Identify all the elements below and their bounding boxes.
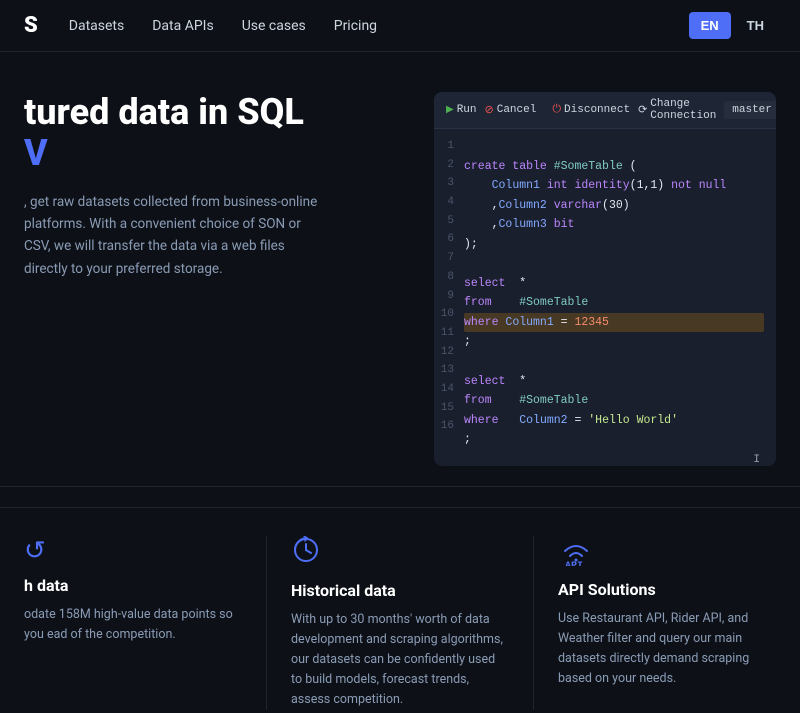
feature-fresh-data: ↺ h data odate 158M high-value data poin… — [0, 536, 267, 710]
feature-title-fresh: h data — [24, 576, 242, 595]
features-section: ↺ h data odate 158M high-value data poin… — [0, 507, 800, 710]
editor-body[interactable]: 1234 5678 9101112 13141516 create table … — [434, 129, 776, 458]
feature-title-api: API Solutions — [558, 580, 776, 599]
nav-links: Datasets Data APIs Use cases Pricing — [69, 18, 689, 34]
hero-description: , get raw datasets collected from busine… — [24, 191, 324, 280]
navbar: S Datasets Data APIs Use cases Pricing E… — [0, 0, 800, 52]
connection-icon: ⟳ — [638, 103, 647, 117]
api-icon-container: API — [558, 536, 776, 570]
disconnect-icon: ⏻ — [552, 104, 561, 116]
cancel-icon: ⊘ — [485, 103, 494, 117]
nav-use-cases[interactable]: Use cases — [242, 18, 306, 34]
feature-desc-fresh: odate 158M high-value data points so you… — [24, 605, 242, 645]
editor-toolbar: ▶ Run ⊘ Cancel ⏻ Disconnect ⟳ Change Con… — [434, 92, 776, 129]
feature-title-historical: Historical data — [291, 581, 509, 600]
hero-title-line1: tured data in SQL — [24, 92, 404, 133]
nav-pricing[interactable]: Pricing — [334, 18, 377, 34]
lang-en-button[interactable]: EN — [689, 12, 731, 39]
feature-desc-api: Use Restaurant API, Rider API, and Weath… — [558, 609, 776, 689]
lang-th-button[interactable]: TH — [735, 12, 776, 39]
cursor: I — [434, 454, 776, 466]
svg-text:API: API — [565, 561, 583, 566]
api-wifi-icon: API — [558, 536, 594, 566]
logo: S — [24, 13, 37, 38]
nav-data-apis[interactable]: Data APIs — [152, 18, 213, 34]
feature-historical-data: Historical data With up to 30 months' wo… — [267, 536, 534, 710]
branch-dropdown[interactable]: master ▾ — [724, 101, 776, 119]
hero-title-line2: V — [24, 133, 404, 174]
hero-section: tured data in SQL V , get raw datasets c… — [0, 52, 800, 486]
nav-datasets[interactable]: Datasets — [69, 18, 124, 34]
feature-desc-historical: With up to 30 months' worth of data deve… — [291, 610, 509, 710]
cancel-button[interactable]: ⊘ Cancel — [485, 103, 537, 117]
code-content[interactable]: create table #SomeTable ( Column1 int id… — [464, 137, 776, 450]
feature-api-solutions: API API Solutions Use Restaurant API, Ri… — [534, 536, 800, 710]
run-button[interactable]: ▶ Run — [446, 104, 477, 116]
clock-rotate-icon: ↺ — [24, 536, 242, 566]
editor-body-wrapper: 1234 5678 9101112 13141516 create table … — [434, 129, 776, 466]
disconnect-button[interactable]: ⏻ Disconnect — [552, 104, 630, 116]
language-switcher: EN TH — [689, 12, 776, 39]
line-numbers: 1234 5678 9101112 13141516 — [434, 137, 464, 450]
code-editor: ▶ Run ⊘ Cancel ⏻ Disconnect ⟳ Change Con… — [434, 92, 776, 466]
historical-icon-svg — [291, 536, 321, 564]
hero-title: tured data in SQL V — [24, 92, 404, 175]
hero-text: tured data in SQL V , get raw datasets c… — [24, 92, 404, 280]
play-icon: ▶ — [446, 104, 454, 116]
change-connection-button[interactable]: ⟳ Change Connection — [638, 98, 716, 122]
history-icon — [291, 536, 509, 571]
